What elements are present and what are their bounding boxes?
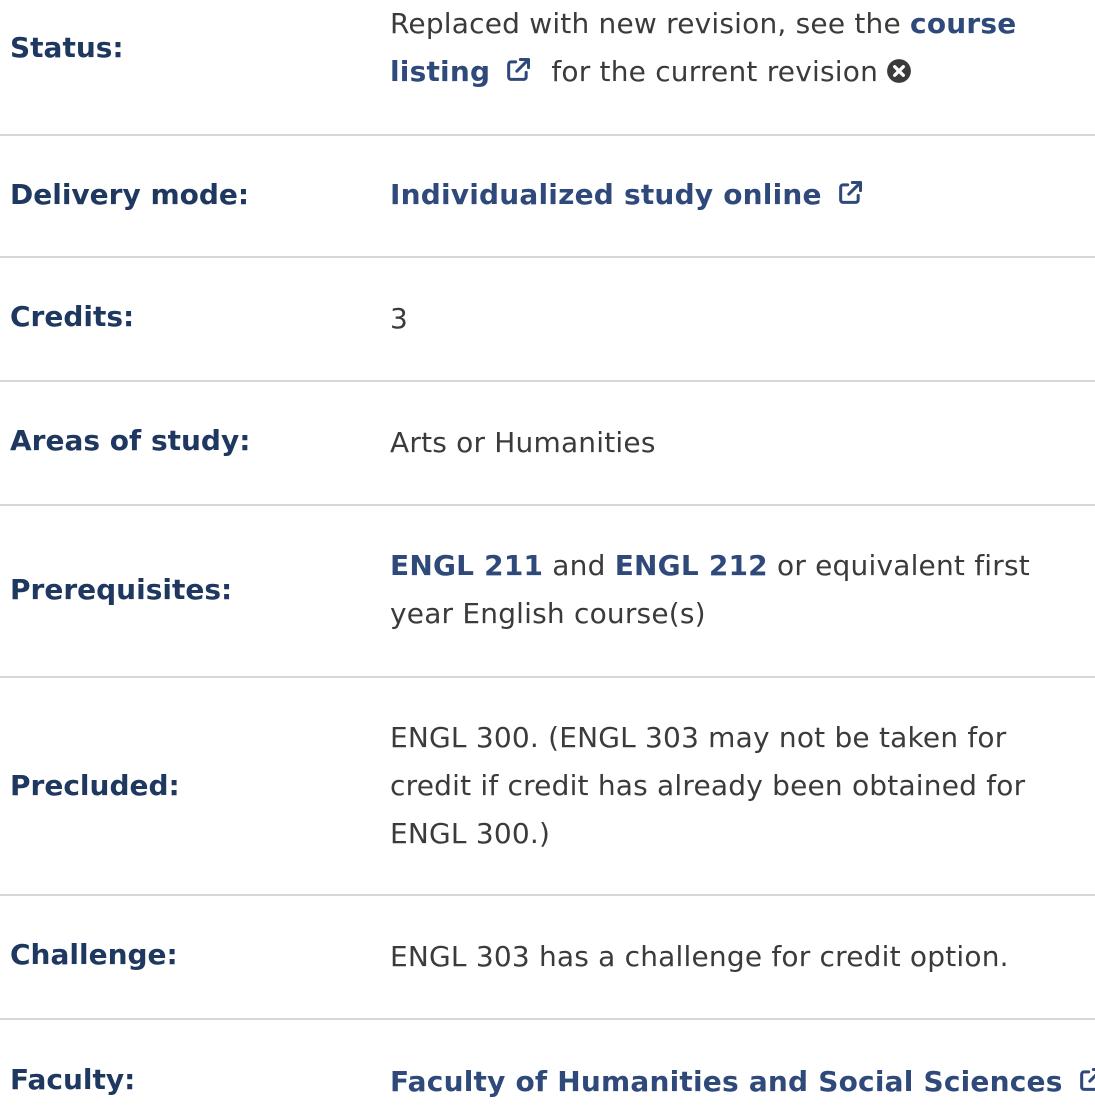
faculty-label: Faculty: bbox=[10, 1063, 136, 1096]
row-delivery-mode: Delivery mode: Individualized study onli… bbox=[0, 136, 1095, 258]
external-link-icon bbox=[838, 180, 862, 204]
areas-of-study-value: Arts or Humanities bbox=[390, 426, 656, 459]
status-value: Replaced with new revision, see the cour… bbox=[390, 0, 1095, 96]
row-status: Status: Replaced with new revision, see … bbox=[0, 0, 1095, 136]
close-circle-icon bbox=[887, 59, 911, 83]
row-credits: Credits: 3 bbox=[0, 258, 1095, 382]
delivery-mode-link-text: Individualized study online bbox=[390, 178, 822, 211]
challenge-label: Challenge: bbox=[10, 938, 178, 971]
engl-212-link[interactable]: ENGL 212 bbox=[615, 549, 768, 582]
row-faculty: Faculty: Faculty of Humanities and Socia… bbox=[0, 1020, 1095, 1098]
credits-value: 3 bbox=[390, 302, 409, 335]
status-text-before: Replaced with new revision, see the bbox=[390, 7, 901, 40]
prerequisites-and: and bbox=[552, 549, 606, 582]
delivery-mode-label: Delivery mode: bbox=[10, 178, 250, 211]
delivery-mode-value: Individualized study online bbox=[390, 171, 1095, 219]
credits-label: Credits: bbox=[10, 300, 135, 333]
row-areas-of-study: Areas of study: Arts or Humanities bbox=[0, 382, 1095, 506]
engl-211-link[interactable]: ENGL 211 bbox=[390, 549, 543, 582]
faculty-value: Faculty of Humanities and Social Science… bbox=[390, 1058, 1095, 1106]
precluded-value: ENGL 300. (ENGL 303 may not be taken for… bbox=[390, 721, 1026, 850]
faculty-link[interactable]: Faculty of Humanities and Social Science… bbox=[390, 1065, 1095, 1098]
external-link-icon bbox=[507, 57, 531, 81]
faculty-link-text: Faculty of Humanities and Social Science… bbox=[390, 1065, 1063, 1098]
status-text-after: for the current revision bbox=[551, 55, 879, 88]
prerequisites-value: ENGL 211 and ENGL 212 or equivalent firs… bbox=[390, 542, 1095, 638]
row-challenge: Challenge: ENGL 303 has a challenge for … bbox=[0, 896, 1095, 1020]
row-prerequisites: Prerequisites: ENGL 211 and ENGL 212 or … bbox=[0, 506, 1095, 678]
prerequisites-label: Prerequisites: bbox=[10, 573, 233, 606]
challenge-value: ENGL 303 has a challenge for credit opti… bbox=[390, 940, 1009, 973]
areas-of-study-label: Areas of study: bbox=[10, 424, 251, 457]
status-label: Status: bbox=[10, 31, 124, 64]
precluded-label: Precluded: bbox=[10, 769, 180, 802]
external-link-icon bbox=[1079, 1067, 1095, 1091]
delivery-mode-link[interactable]: Individualized study online bbox=[390, 178, 864, 211]
row-precluded: Precluded: ENGL 300. (ENGL 303 may not b… bbox=[0, 678, 1095, 896]
